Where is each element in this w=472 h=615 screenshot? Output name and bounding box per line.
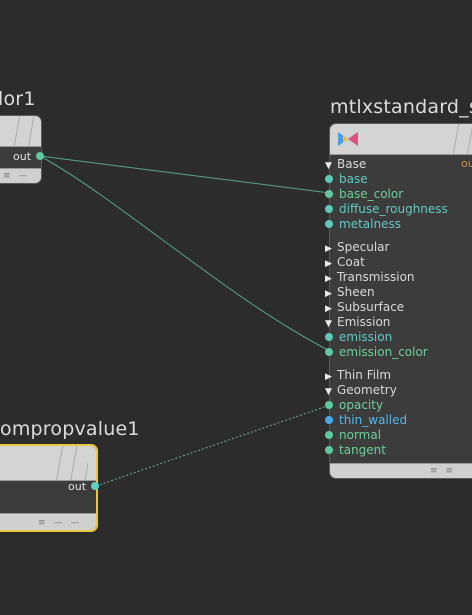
node-footer: ≡ — (0, 168, 41, 183)
node-footer: ≡ ≡ (330, 463, 472, 478)
input-port[interactable] (325, 220, 333, 228)
footer-icons: ≡ — (3, 171, 28, 181)
node-title-mtlxstandard-surface: mtlxstandard_s (330, 96, 472, 118)
expand-triangle-icon[interactable]: ▶ (325, 304, 337, 314)
param-tangent: tangent (339, 443, 386, 457)
bypass-icon[interactable]: — (54, 518, 63, 528)
collapse-triangle-icon[interactable]: ▼ (325, 319, 337, 329)
expand-triangle-icon[interactable]: ▶ (325, 289, 337, 299)
bypass-icon[interactable]: — (19, 171, 28, 181)
section-coat[interactable]: ▶ Coat (325, 255, 365, 269)
output-port[interactable] (91, 482, 99, 490)
flag-icon[interactable]: ≡ (3, 171, 11, 181)
node-header (0, 116, 41, 147)
section-sheen[interactable]: ▶ Sheen (325, 285, 375, 299)
flag-icon[interactable]: ≡ (38, 518, 46, 528)
section-subsurface[interactable]: ▶ Subsurface (325, 300, 404, 314)
header-stripes (54, 446, 88, 480)
wire-out-to-base-color[interactable] (39, 155, 331, 194)
out-port-label: ou (461, 157, 472, 170)
input-port[interactable] (325, 205, 333, 213)
section-transmission[interactable]: ▶ Transmission (325, 270, 415, 284)
footer-icons: ≡ ≡ (430, 466, 453, 476)
param-emission: emission (339, 330, 393, 344)
param-base-color: base_color (339, 187, 404, 201)
input-port[interactable] (325, 175, 333, 183)
input-port[interactable] (325, 333, 333, 341)
section-geometry[interactable]: ▼ Geometry (325, 383, 397, 397)
footer-icons: ≡ — — (38, 518, 80, 528)
section-specular[interactable]: ▶ Specular (325, 240, 389, 254)
param-thin-walled: thin_walled (339, 413, 408, 427)
input-port[interactable] (325, 446, 333, 454)
node-title-color1: lor1 (0, 88, 36, 110)
param-metalness: metalness (339, 217, 401, 231)
section-emission[interactable]: ▼ Emission (325, 315, 390, 329)
param-diffuse-roughness: diffuse_roughness (339, 202, 448, 216)
input-port[interactable] (325, 401, 333, 409)
input-port[interactable] (325, 431, 333, 439)
input-port[interactable] (325, 348, 333, 356)
node-footer: ≡ — — (0, 513, 96, 530)
bypass-icon[interactable]: ≡ (446, 466, 454, 476)
materialx-logo-icon (336, 130, 360, 152)
out-port-label: out (68, 480, 87, 493)
param-base: base (339, 172, 368, 186)
flag-icon[interactable]: ≡ (430, 466, 438, 476)
expand-triangle-icon[interactable]: ▶ (325, 244, 337, 254)
expand-triangle-icon[interactable]: ▶ (325, 274, 337, 284)
expand-triangle-icon[interactable]: ▶ (325, 259, 337, 269)
collapse-triangle-icon[interactable]: ▼ (325, 161, 337, 171)
node-title-geompropvalue1: ompropvalue1 (0, 418, 140, 440)
header-stripes (11, 116, 37, 146)
section-base[interactable]: ▼ Base (325, 157, 366, 171)
expand-triangle-icon[interactable]: ▶ (325, 372, 337, 382)
output-port[interactable] (36, 152, 44, 160)
node-header (0, 446, 96, 481)
section-thin-film[interactable]: ▶ Thin Film (325, 368, 391, 382)
collapse-triangle-icon[interactable]: ▼ (325, 387, 337, 397)
header-stripes (450, 124, 472, 154)
out-port-label: out (13, 150, 32, 163)
wire-out-to-emission-color[interactable] (39, 155, 331, 352)
lock-icon[interactable]: — (71, 518, 80, 528)
input-port[interactable] (325, 416, 333, 424)
input-port[interactable] (325, 190, 333, 198)
param-normal: normal (339, 428, 382, 442)
node-header (330, 124, 472, 155)
param-opacity: opacity (339, 398, 384, 412)
param-emission-color: emission_color (339, 345, 428, 359)
